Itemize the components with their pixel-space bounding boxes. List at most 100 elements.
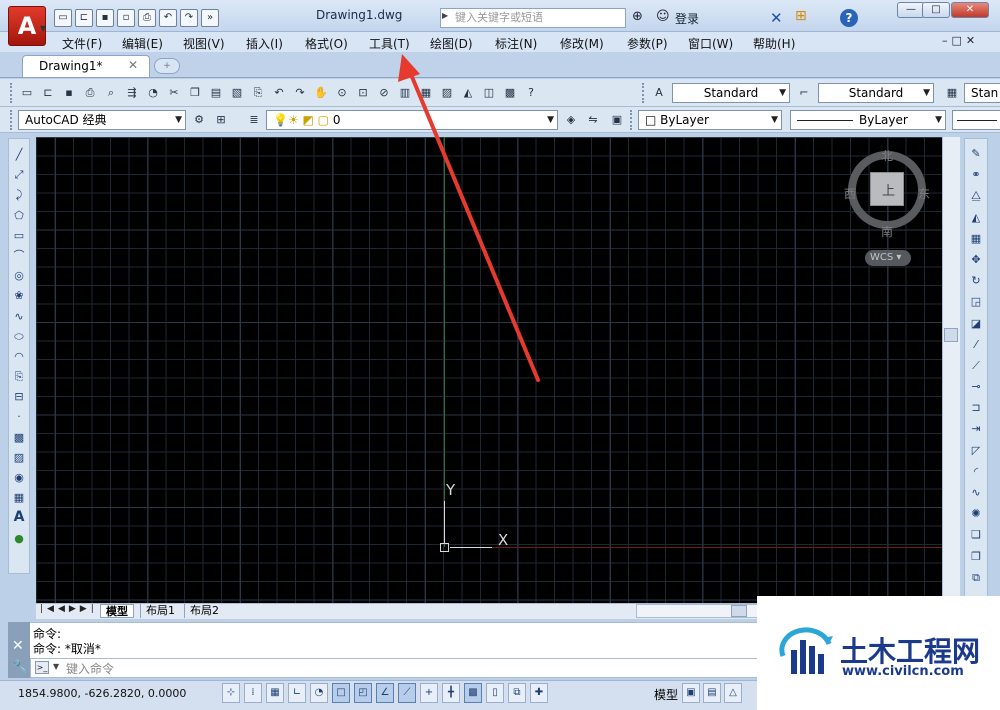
sheet-set-icon[interactable]: ◭ xyxy=(459,84,477,102)
ortho-mode-icon[interactable]: ∟ xyxy=(288,683,306,703)
multiline-text-icon[interactable]: A xyxy=(10,509,28,526)
ellipse-arc-icon[interactable]: ◠ xyxy=(10,348,28,365)
help-icon[interactable]: ? xyxy=(522,84,540,102)
command-prompt-icon[interactable]: >_ xyxy=(35,661,49,674)
undo-icon[interactable]: ↶ xyxy=(159,9,177,27)
dynamic-input-icon[interactable]: + xyxy=(420,683,438,703)
compass-south[interactable]: 南 xyxy=(881,223,893,240)
layer-previous-icon[interactable]: ⇋ xyxy=(584,111,602,129)
quick-view-drawings-icon[interactable]: ▤ xyxy=(703,683,721,703)
move-icon[interactable]: ✥ xyxy=(967,251,985,268)
infer-constraints-icon[interactable]: ⊹ xyxy=(222,683,240,703)
make-block-icon[interactable]: ⊟ xyxy=(10,388,28,405)
trim-icon[interactable]: ⁄ xyxy=(967,336,985,353)
zoom-window-icon[interactable]: ⊡ xyxy=(354,84,372,102)
publish-icon[interactable]: ⇶ xyxy=(123,84,141,102)
maximize-button[interactable]: □ xyxy=(922,2,950,18)
color-select[interactable]: □ ByLayer ▼ xyxy=(638,110,782,130)
spline-icon[interactable]: ∿ xyxy=(10,308,28,325)
compass-north[interactable]: 北 xyxy=(881,147,893,164)
insert-block-icon[interactable]: ⎘ xyxy=(10,368,28,385)
menu-file[interactable]: 文件(F) xyxy=(62,35,102,52)
object-snap-tracking-icon[interactable]: ∠ xyxy=(376,683,394,703)
wrench-icon[interactable]: 🔧 xyxy=(12,660,28,675)
redo-icon[interactable]: ↷ xyxy=(291,84,309,102)
compass-east[interactable]: 东 xyxy=(918,185,930,202)
horizontal-scroll-thumb[interactable] xyxy=(731,605,747,617)
copy-icon[interactable]: ❐ xyxy=(186,84,204,102)
erase-icon[interactable]: ✎ xyxy=(967,145,985,162)
user-icon[interactable]: ☺ xyxy=(656,9,670,24)
clean-screen-icon[interactable]: ⊞ xyxy=(212,111,230,129)
menu-edit[interactable]: 编辑(E) xyxy=(122,35,163,52)
close-button[interactable]: ✕ xyxy=(951,2,989,18)
menu-view[interactable]: 视图(V) xyxy=(183,35,225,52)
command-input[interactable]: 键入命令 xyxy=(66,660,114,677)
more-icon[interactable]: » xyxy=(201,9,219,27)
save-as-icon[interactable]: ▫ xyxy=(117,9,135,27)
annotation-scale-icon[interactable]: △ xyxy=(724,683,742,703)
annotation-monitor-icon[interactable]: ✚ xyxy=(530,683,548,703)
help-icon[interactable]: ? xyxy=(840,9,858,27)
rectangle-icon[interactable]: ▭ xyxy=(10,227,28,244)
dim-style-icon[interactable]: ⌐ xyxy=(795,84,813,102)
mirror-icon[interactable]: ⧋ xyxy=(967,187,985,204)
lineweight-icon[interactable]: ╋ xyxy=(442,683,460,703)
hatch-icon[interactable]: ▩ xyxy=(10,429,28,446)
line-icon[interactable]: ╱ xyxy=(10,146,28,163)
polar-tracking-icon[interactable]: ◔ xyxy=(310,683,328,703)
new-icon[interactable]: ▭ xyxy=(18,84,36,102)
menu-parametric[interactable]: 参数(P) xyxy=(627,35,668,52)
preview-icon[interactable]: ⌕ xyxy=(102,84,120,102)
3d-print-icon[interactable]: ◔ xyxy=(144,84,162,102)
save-icon[interactable]: ▪ xyxy=(96,9,114,27)
offset-icon[interactable]: ◭ xyxy=(967,209,985,226)
point-icon[interactable]: · xyxy=(10,408,28,425)
coordinate-readout[interactable]: 1854.9800, -626.2820, 0.0000 xyxy=(18,687,186,700)
chevron-down-icon[interactable]: ▼ xyxy=(53,662,59,671)
zoom-realtime-icon[interactable]: ⊙ xyxy=(333,84,351,102)
quick-properties-icon[interactable]: ▯ xyxy=(486,683,504,703)
model-space-toggle[interactable]: 模型 xyxy=(654,686,678,703)
command-close-icon[interactable]: ✕ xyxy=(12,638,24,654)
match-properties-icon[interactable]: ▧ xyxy=(228,84,246,102)
design-center-icon[interactable]: ▦ xyxy=(417,84,435,102)
workspace-settings-icon[interactable]: ⚙ xyxy=(190,111,208,129)
lineweight-select[interactable] xyxy=(952,110,1000,130)
table-style-select[interactable]: Stan xyxy=(964,83,1000,103)
tab-close-icon[interactable]: ✕ xyxy=(128,58,138,72)
tab-model[interactable]: 模型 xyxy=(100,604,134,618)
explode-icon[interactable]: ✺ xyxy=(967,505,985,522)
exchange-icon[interactable]: ✕ xyxy=(770,9,783,27)
linetype-select[interactable]: ByLayer ▼ xyxy=(790,110,946,130)
login-link[interactable]: 登录 xyxy=(675,10,699,27)
break-icon[interactable]: ⊐ xyxy=(967,399,985,416)
paste-icon[interactable]: ▤ xyxy=(207,84,225,102)
arc-icon[interactable]: ⌒ xyxy=(10,247,28,264)
menu-tools[interactable]: 工具(T) xyxy=(369,35,410,52)
store-icon[interactable]: ⊞ xyxy=(795,8,807,24)
menu-dimension[interactable]: 标注(N) xyxy=(495,35,537,52)
send-to-back-icon[interactable]: ⧉ xyxy=(967,569,985,586)
construction-line-icon[interactable]: ⤢ xyxy=(10,166,28,183)
print-icon[interactable]: ⎙ xyxy=(81,84,99,102)
tool-palettes-icon[interactable]: ▨ xyxy=(438,84,456,102)
toolbar-grip[interactable] xyxy=(630,110,634,130)
revision-cloud-icon[interactable]: ❀ xyxy=(10,287,28,304)
pan-icon[interactable]: ✋ xyxy=(312,84,330,102)
layout-nav-arrows[interactable]: |◀◀▶▶| xyxy=(40,604,98,614)
toolbar-grip[interactable] xyxy=(642,83,646,103)
search-expand-icon[interactable]: ▶ xyxy=(442,11,448,20)
toolbar-grip[interactable] xyxy=(10,110,14,130)
menu-insert[interactable]: 插入(I) xyxy=(246,35,283,52)
drawing-canvas[interactable]: 上 北 南 西 东 WCS ▾ Y X xyxy=(36,137,942,603)
layer-match-icon[interactable]: ▣ xyxy=(608,111,626,129)
zoom-previous-icon[interactable]: ⊘ xyxy=(375,84,393,102)
open-icon[interactable]: ⊏ xyxy=(39,84,57,102)
menu-modify[interactable]: 修改(M) xyxy=(560,35,604,52)
toolbar-grip[interactable] xyxy=(10,83,14,103)
array-icon[interactable]: ▦ xyxy=(967,230,985,247)
region-icon[interactable]: ◉ xyxy=(10,469,28,486)
gradient-icon[interactable]: ▨ xyxy=(10,449,28,466)
menu-window[interactable]: 窗口(W) xyxy=(688,35,733,52)
